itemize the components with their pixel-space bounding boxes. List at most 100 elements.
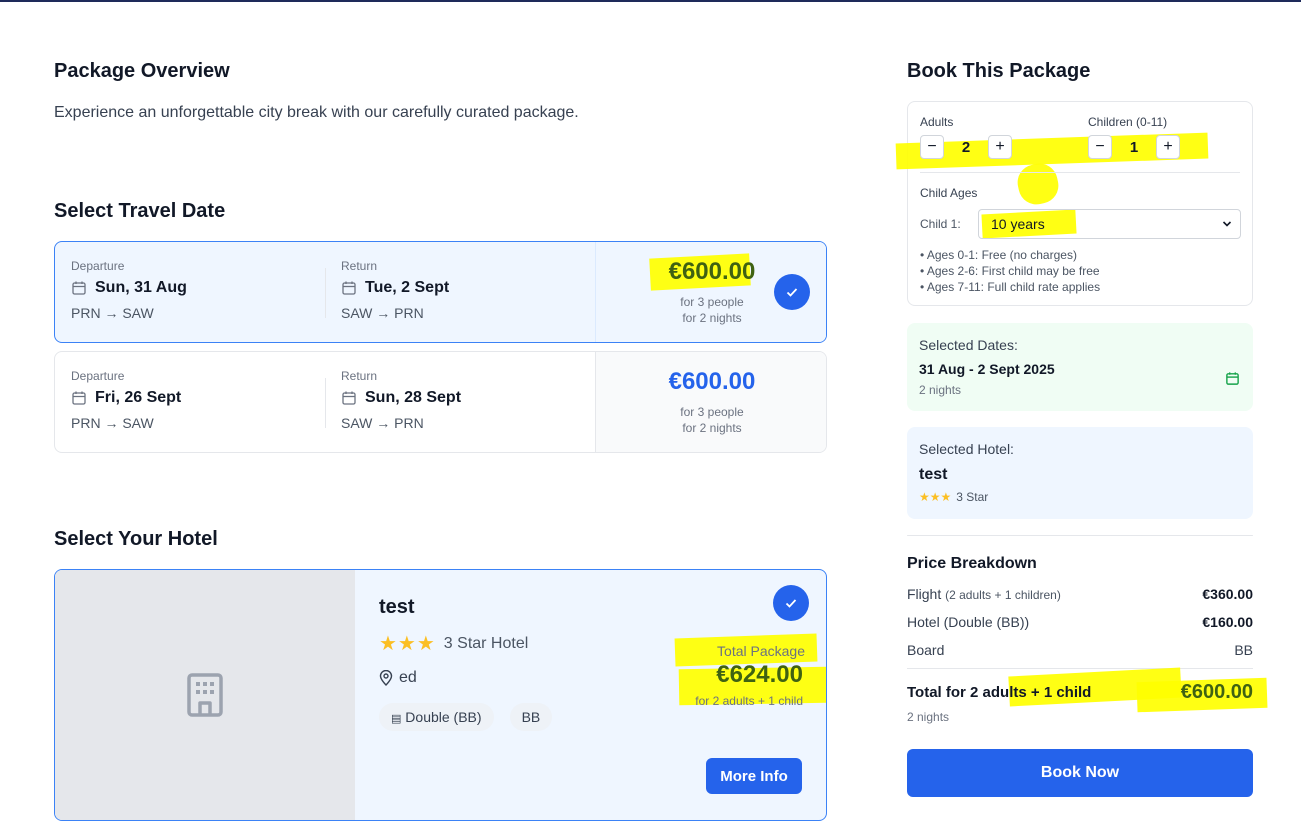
select-hotel-title: Select Your Hotel <box>54 528 218 550</box>
selected-hotel-rating: ★★★ 3 Star <box>919 490 988 504</box>
children-label: Children (0-11) <box>1088 115 1168 129</box>
total-row: Total for 2 adults + 1 child €600.00 <box>907 681 1253 704</box>
total-package-label: Total Package <box>717 643 805 659</box>
price-breakdown: Price Breakdown Flight (2 adults + 1 chi… <box>907 548 1268 798</box>
adults-label: Adults <box>920 115 954 129</box>
hotel-rating: ★★★ 3 Star Hotel <box>379 631 528 656</box>
star-icons: ★★★ <box>919 490 952 504</box>
divider <box>907 535 1253 536</box>
child-1-label: Child 1: <box>920 217 961 231</box>
date-price: €600.00 <box>668 368 756 395</box>
hotel-name: test <box>379 596 415 618</box>
departure-block: Departure Sun, 31 Aug PRN → SAW <box>71 259 187 321</box>
selected-hotel-label: Selected Hotel: <box>919 441 1014 457</box>
guests-panel: Adults Children (0-11) − 2 + − 1 + Child… <box>895 101 1253 306</box>
selected-check-icon <box>774 274 810 310</box>
hotel-value: €160.00 <box>1202 614 1253 630</box>
selected-dates-nights: 2 nights <box>919 383 962 397</box>
package-overview-title: Package Overview <box>54 60 230 82</box>
hotel-selected-check-icon <box>773 585 809 621</box>
book-package-title: Book This Package <box>907 60 1091 82</box>
hotel-location: ed <box>379 669 417 687</box>
child-1-age-value: 10 years <box>991 216 1045 232</box>
room-type-text: Double (BB) <box>405 709 482 725</box>
calendar-icon <box>72 391 86 405</box>
selected-dates-label: Selected Dates: <box>919 337 1018 353</box>
selected-hotel-name: test <box>919 466 948 483</box>
selected-hotel-rating-text: 3 Star <box>956 490 989 504</box>
board-value: BB <box>1234 642 1253 658</box>
price-breakdown-title: Price Breakdown <box>907 555 1037 572</box>
star-icons: ★★★ <box>379 633 436 655</box>
building-icon <box>187 673 223 717</box>
more-info-button[interactable]: More Info <box>706 758 802 794</box>
hotel-chips: ▤ Double (BB) BB <box>379 703 553 731</box>
children-decrement-button[interactable]: − <box>1088 135 1112 159</box>
calendar-icon <box>72 281 86 295</box>
calendar-icon <box>342 391 356 405</box>
selected-dates-value: 31 Aug - 2 Sept 2025 <box>919 361 1055 377</box>
return-label: Return <box>341 369 378 383</box>
highlight-mark <box>1014 160 1062 208</box>
calendar-icon <box>1226 372 1239 385</box>
hotel-card[interactable]: test ★★★ 3 Star Hotel ed ▤ Double (BB) B… <box>54 569 827 821</box>
divider <box>325 378 326 428</box>
hotel-label: Hotel (Double (BB)) <box>907 614 1030 630</box>
total-package-sub: for 2 adults + 1 child <box>695 694 803 708</box>
book-now-button[interactable]: Book Now <box>907 749 1253 797</box>
flight-row: Flight (2 adults + 1 children) €360.00 <box>907 586 1253 602</box>
bed-icon: ▤ <box>391 713 402 725</box>
adults-decrement-button[interactable]: − <box>920 135 944 159</box>
flight-label: Flight <box>907 586 942 602</box>
children-value: 1 <box>1129 138 1139 156</box>
departure-date: Fri, 26 Sept <box>95 389 182 406</box>
room-type-chip: ▤ Double (BB) <box>379 703 494 731</box>
price-nights: for 2 nights <box>682 421 742 435</box>
price-box: €600.00 for 3 people for 2 nights <box>595 352 826 452</box>
total-label: Total for 2 adults + 1 child <box>907 684 1092 701</box>
age-note: • Ages 7-11: Full child rate applies <box>920 280 1101 294</box>
price-people: for 3 people <box>680 405 744 419</box>
hotel-location-text: ed <box>399 669 417 686</box>
children-increment-button[interactable]: + <box>1156 135 1180 159</box>
return-label: Return <box>341 259 378 273</box>
departure-date: Sun, 31 Aug <box>95 279 187 296</box>
divider <box>325 268 326 318</box>
board-type-chip: BB <box>509 703 553 731</box>
departure-route: PRN → SAW <box>71 415 154 431</box>
return-block: Return Tue, 2 Sept SAW → PRN <box>341 259 449 321</box>
board-row: Board BB <box>907 642 1253 658</box>
age-note: • Ages 0-1: Free (no charges) <box>920 248 1077 262</box>
flight-detail: (2 adults + 1 children) <box>945 588 1061 602</box>
total-nights: 2 nights <box>907 710 950 724</box>
children-stepper: − 1 + <box>1088 135 1180 159</box>
select-travel-date-title: Select Travel Date <box>54 200 226 222</box>
divider <box>920 172 1240 173</box>
total-value: €600.00 <box>1180 681 1253 703</box>
return-date: Sun, 28 Sept <box>365 389 462 406</box>
hotel-row: Hotel (Double (BB)) €160.00 <box>907 614 1253 630</box>
selected-hotel-panel: Selected Hotel: test ★★★ 3 Star <box>907 427 1253 519</box>
adults-value: 2 <box>961 138 971 156</box>
hotel-image-placeholder <box>55 570 355 820</box>
adults-increment-button[interactable]: + <box>988 135 1012 159</box>
return-route: SAW → PRN <box>341 415 424 431</box>
hotel-rating-text: 3 Star Hotel <box>443 634 529 652</box>
departure-label: Departure <box>71 369 125 383</box>
departure-route: PRN → SAW <box>71 305 154 321</box>
total-package-price: €624.00 <box>716 661 803 688</box>
top-border <box>0 0 1301 2</box>
departure-label: Departure <box>71 259 125 273</box>
return-route: SAW → PRN <box>341 305 424 321</box>
child-ages-label: Child Ages <box>920 186 978 200</box>
flight-value: €360.00 <box>1202 586 1253 602</box>
child-1-age-select[interactable]: 10 years <box>978 209 1241 239</box>
package-description: Experience an unforgettable city break w… <box>54 104 579 121</box>
age-note: • Ages 2-6: First child may be free <box>920 264 1100 278</box>
divider <box>907 668 1253 669</box>
map-pin-icon <box>379 670 393 686</box>
board-label: Board <box>907 642 945 658</box>
return-block: Return Sun, 28 Sept SAW → PRN <box>341 369 461 431</box>
date-option-2[interactable]: Departure Fri, 26 Sept PRN → SAW Return … <box>54 351 827 453</box>
date-option-1[interactable]: Departure Sun, 31 Aug PRN → SAW Return T… <box>54 241 827 343</box>
